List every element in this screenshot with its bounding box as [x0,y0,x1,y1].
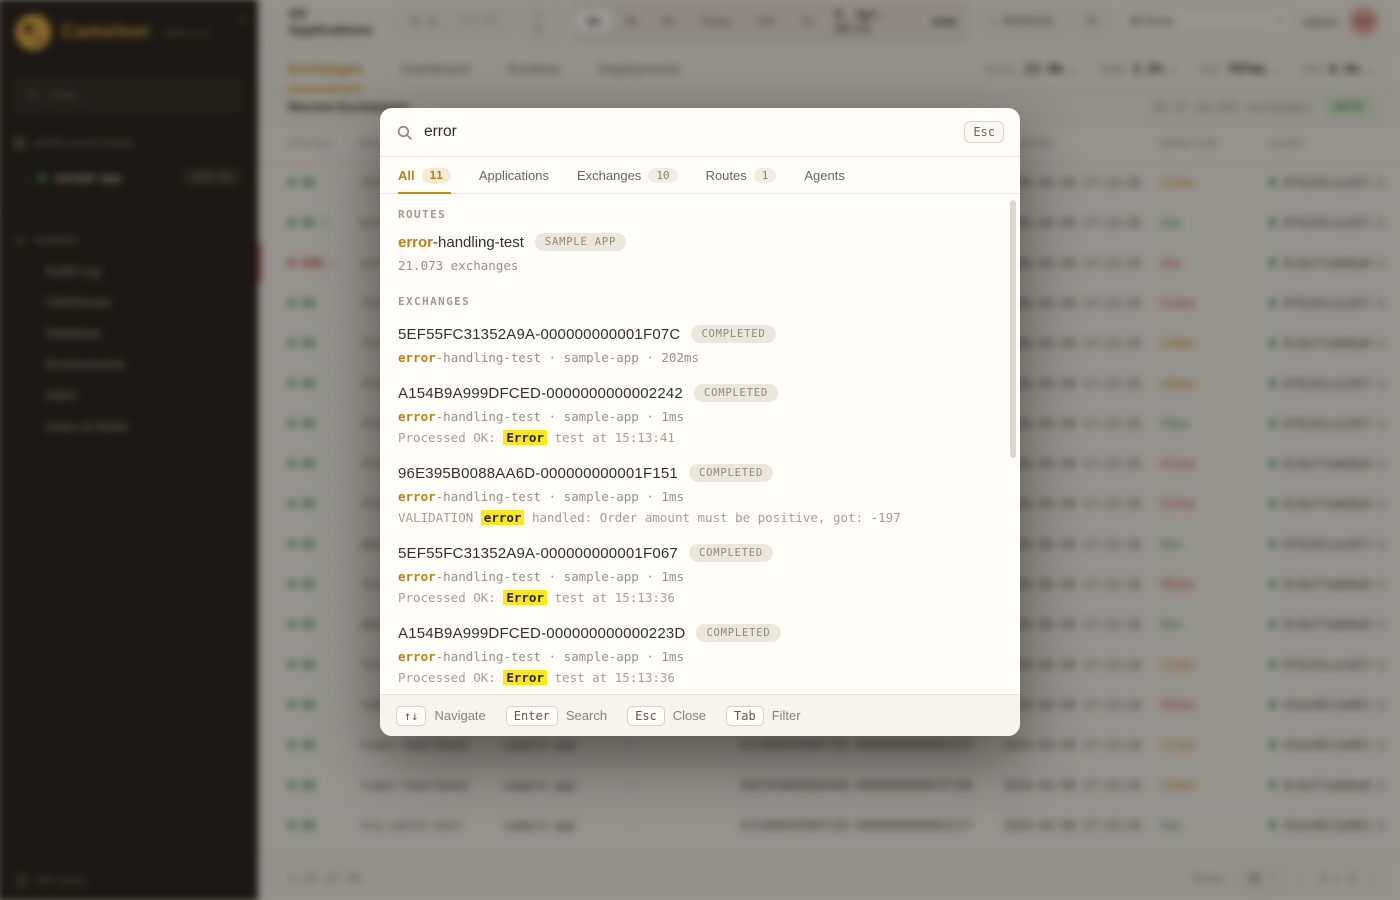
message-post: test at 15:13:36 [547,590,675,605]
route-title-row: error-handling-test SAMPLE APP [398,233,1002,251]
exchange-id: A154B9A999DFCED-0000000000002242 [398,384,683,402]
exchange-title-row: A154B9A999DFCED-0000000000002242 COMPLET… [398,384,1002,402]
exchange-message-line: Processed OK: Error test at 15:13:41 [398,430,1002,445]
route-name: error-handling-test [398,234,524,251]
app-root: « Cameleer a9dcce2 Filter... APPLICATION… [0,0,1400,900]
modal-scrollbar-thumb[interactable] [1010,200,1016,458]
global-search-modal: Esc All 11 Applications Exchanges 10 [380,108,1020,736]
hint-label: Navigate [434,708,486,723]
sub-rest: -handling-test · sample-app · 1ms [435,489,684,504]
modal-footer: ↑↓ Navigate Enter Search Esc Close Tab F… [380,694,1020,736]
sub-highlight: error [398,649,436,664]
message-post: test at 15:13:41 [547,430,675,445]
esc-kbd[interactable]: Esc [964,121,1004,143]
modal-tab-label: Agents [804,168,845,183]
modal-tab-count: 10 [648,168,678,183]
exchange-id: 96E395B0088AA6D-000000000001F151 [398,464,678,482]
completed-badge: COMPLETED [688,544,774,562]
sub-highlight: error [398,489,436,504]
exchange-title-row: A154B9A999DFCED-000000000000223D COMPLET… [398,624,1002,642]
sub-rest: -handling-test · sample-app · 1ms [435,649,684,664]
message-highlight: error [480,510,525,525]
modal-filter-tab[interactable]: Applications [479,157,549,193]
modal-tab-label: Routes [705,168,747,183]
completed-badge: COMPLETED [688,464,774,482]
modal-tab-count: 11 [421,168,451,183]
keyboard-hint: Tab Filter [726,705,801,726]
exchange-result[interactable]: 5EF55FC31352A9A-000000000001F07C COMPLET… [380,316,1020,375]
exchange-sub-line: error-handling-test · sample-app · 1ms [398,409,1002,424]
modal-search-input[interactable] [424,123,954,141]
keyboard-hint: Esc Close [627,705,707,726]
keyboard-hint: ↑↓ Navigate [396,705,486,726]
hint-key: Esc [627,705,665,726]
message-highlight: Error [503,670,547,685]
message-pre: VALIDATION [398,510,481,525]
sub-highlight: error [398,569,436,584]
sub-rest: -handling-test · sample-app · 1ms [435,409,684,424]
route-name-rest: -handling-test [433,233,524,251]
message-post: test at 15:13:36 [547,670,675,685]
sub-highlight: error [398,409,436,424]
exchange-message-line: VALIDATION error handled: Order amount m… [398,510,1002,525]
hint-key: Tab [726,705,764,726]
modal-tab-label: Exchanges [576,168,642,183]
modal-results-list: ROUTES error-handling-test SAMPLE APP 21… [380,194,1020,694]
hint-label: Search [565,708,608,723]
exchange-sub-line: error-handling-test · sample-app · 202ms [398,350,1002,365]
sub-rest: -handling-test · sample-app · 202ms [435,350,700,365]
modal-filter-tab[interactable]: Exchanges 10 [577,157,678,193]
message-highlight: Error [503,590,547,605]
modal-tab-label: Applications [478,168,549,183]
routes-section-header: ROUTES [398,208,447,221]
message-pre: Processed OK: [398,590,504,605]
exchange-sub-line: error-handling-test · sample-app · 1ms [398,489,1002,504]
exchange-id: A154B9A999DFCED-000000000000223D [398,624,686,642]
exchange-id: 5EF55FC31352A9A-000000000001F07C [398,325,681,343]
hint-key: ↑↓ [396,705,427,726]
message-highlight: Error [503,430,547,445]
exchange-result[interactable]: A154B9A999DFCED-000000000000223D COMPLET… [380,615,1020,694]
hint-key: Enter [505,705,558,726]
modal-filter-tabs: All 11 Applications Exchanges 10 Routes … [380,157,1020,194]
modal-filter-tab[interactable]: Agents [804,157,844,193]
exchange-result[interactable]: 96E395B0088AA6D-000000000001F151 COMPLET… [380,455,1020,535]
hint-label: Close [672,708,707,723]
keyboard-hint: Enter Search [505,705,608,726]
modal-tab-count: 1 [753,168,777,183]
exchange-sub-line: error-handling-test · sample-app · 1ms [398,649,1002,664]
sub-rest: -handling-test · sample-app · 1ms [435,569,684,584]
modal-filter-tab[interactable]: Routes 1 [706,157,777,193]
exchange-message-line: Processed OK: Error test at 15:13:36 [398,670,1002,685]
modal-filter-tab[interactable]: All 11 [398,157,451,194]
route-result[interactable]: error-handling-test SAMPLE APP 21.073 ex… [398,229,1002,283]
exchange-result[interactable]: 5EF55FC31352A9A-000000000001F067 COMPLET… [380,535,1020,615]
hint-label: Filter [771,708,801,723]
completed-badge: COMPLETED [693,384,779,402]
completed-badge: COMPLETED [696,624,781,642]
exchange-title-row: 5EF55FC31352A9A-000000000001F067 COMPLET… [398,544,1002,562]
exchange-results: 5EF55FC31352A9A-000000000001F07C COMPLET… [398,316,1002,694]
message-pre: Processed OK: [398,430,504,445]
exchange-title-row: 5EF55FC31352A9A-000000000001F07C COMPLET… [398,325,1002,343]
message-post: handled: Order amount must be positive, … [524,510,901,525]
sub-highlight: error [398,350,436,365]
exchange-sub-line: error-handling-test · sample-app · 1ms [398,569,1002,584]
exchange-title-row: 96E395B0088AA6D-000000000001F151 COMPLET… [398,464,1002,482]
route-name-highlight: error [398,233,434,251]
completed-badge: COMPLETED [691,325,776,343]
exchange-result[interactable]: A154B9A999DFCED-0000000000002242 COMPLET… [380,375,1020,455]
route-exchange-count: 21.073 exchanges [398,258,519,273]
search-icon [397,125,412,140]
sample-app-badge: SAMPLE APP [534,233,627,251]
modal-search-bar: Esc [380,108,1020,157]
exchanges-section-header: EXCHANGES [398,295,471,308]
exchange-message-line: Processed OK: Error test at 15:13:36 [398,590,1002,605]
modal-tab-label: All [398,168,415,183]
message-pre: Processed OK: [398,670,504,685]
exchange-id: 5EF55FC31352A9A-000000000001F067 [398,544,678,562]
